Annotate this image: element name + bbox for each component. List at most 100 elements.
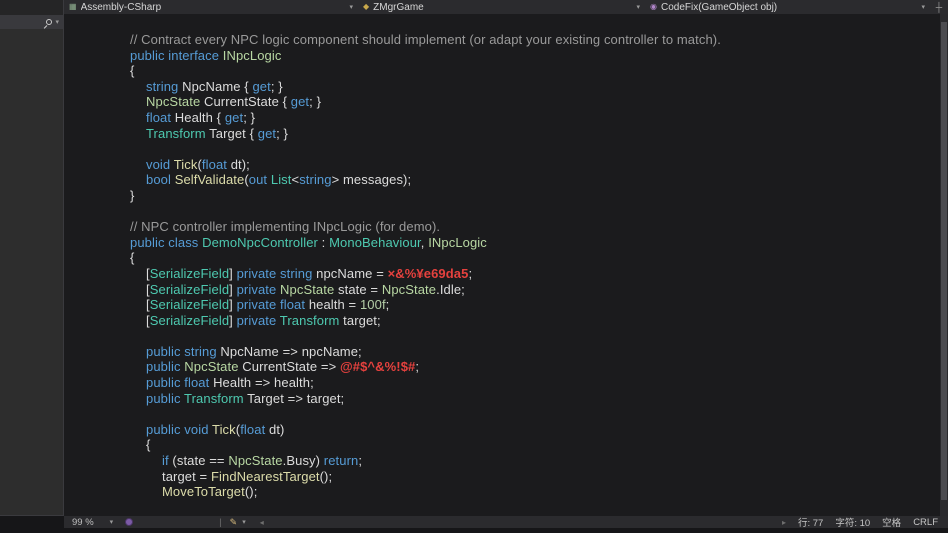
code-token-plain: ; bbox=[415, 359, 419, 374]
code-token-type: Transform bbox=[280, 313, 340, 328]
code-line: { bbox=[64, 63, 940, 79]
code-token-plain: Health => health; bbox=[213, 375, 314, 390]
chevron-down-icon: ▾ bbox=[636, 4, 640, 11]
code-token-plain: { bbox=[130, 63, 134, 78]
code-token-kw: private float bbox=[237, 297, 309, 312]
code-token-kw: get bbox=[291, 94, 309, 109]
scroll-right-arrow-icon[interactable]: ▸ bbox=[782, 518, 786, 527]
tool-panel-header bbox=[0, 0, 63, 15]
separator: | bbox=[219, 517, 221, 528]
code-line: [SerializeField] private NpcState state … bbox=[64, 282, 940, 298]
code-token-kw: private bbox=[237, 282, 280, 297]
code-token-plain: target; bbox=[339, 313, 380, 328]
zoom-level-select[interactable]: 99 % bbox=[72, 517, 94, 528]
code-token-kw: public bbox=[146, 391, 184, 406]
code-token-kw: float bbox=[146, 110, 171, 125]
code-line: target = FindNearestTarget(); bbox=[64, 469, 940, 485]
code-token-plain: state = bbox=[334, 282, 382, 297]
code-token-num: 100f bbox=[360, 297, 386, 312]
code-token-type: SerializeField bbox=[150, 282, 229, 297]
code-token-kw: float bbox=[202, 157, 227, 172]
code-token-iface: INpcLogic bbox=[428, 235, 487, 250]
code-token-kw: private bbox=[237, 313, 280, 328]
pen-icon[interactable]: ✎ bbox=[230, 517, 238, 528]
code-token-kw: void bbox=[146, 157, 174, 172]
code-token-plain: ] bbox=[229, 266, 236, 281]
code-token-kw: return bbox=[324, 453, 359, 468]
code-token-kw: bool bbox=[146, 172, 175, 187]
code-token-comment: // NPC controller implementing INpcLogic… bbox=[130, 219, 440, 234]
project-dropdown[interactable]: ▦ Assembly-CSharp ▾ bbox=[64, 0, 358, 14]
code-line bbox=[64, 204, 940, 220]
code-token-plain: .Busy) bbox=[283, 453, 324, 468]
code-line: { bbox=[64, 437, 940, 453]
code-line: float Health { get; } bbox=[64, 110, 940, 126]
code-line: // NPC controller implementing INpcLogic… bbox=[64, 219, 940, 235]
code-line: Transform Target { get; } bbox=[64, 126, 940, 142]
code-token-plain: (); bbox=[320, 469, 333, 484]
vertical-scrollbar-thumb[interactable] bbox=[941, 22, 947, 500]
code-line: public class DemoNpcController : MonoBeh… bbox=[64, 235, 940, 251]
code-line: [SerializeField] private Transform targe… bbox=[64, 313, 940, 329]
code-line: void Tick(float dt); bbox=[64, 157, 940, 173]
code-token-type: DemoNpcController bbox=[202, 235, 318, 250]
code-token-enum: NpcState bbox=[146, 94, 200, 109]
code-line: [SerializeField] private string npcName … bbox=[64, 266, 940, 282]
code-line: public void Tick(float dt) bbox=[64, 422, 940, 438]
code-token-plain: ; } bbox=[309, 94, 321, 109]
code-token-type: MonoBehaviour bbox=[329, 235, 421, 250]
char-indicator: 字符: 10 bbox=[835, 515, 870, 529]
code-editor[interactable]: // Contract every NPC logic component sh… bbox=[64, 14, 940, 516]
code-line: NpcState CurrentState { get; } bbox=[64, 94, 940, 110]
code-token-plain: ] bbox=[229, 297, 236, 312]
code-token-plain: .Idle; bbox=[436, 282, 465, 297]
spaces-toggle[interactable]: 空格 bbox=[882, 515, 901, 529]
code-token-err: ×&%¥e69da5 bbox=[388, 266, 469, 281]
vertical-scrollbar[interactable] bbox=[940, 14, 948, 516]
pen-options-caret-icon[interactable]: ▾ bbox=[242, 519, 246, 526]
code-token-plain: dt); bbox=[227, 157, 250, 172]
code-token-type: SerializeField bbox=[150, 313, 229, 328]
search-icon bbox=[46, 19, 52, 25]
code-token-plain: dt) bbox=[265, 422, 284, 437]
code-line: if (state == NpcState.Busy) return; bbox=[64, 453, 940, 469]
eol-toggle[interactable]: CRLF bbox=[913, 517, 938, 528]
code-token-kw: string bbox=[146, 79, 178, 94]
code-token-enum: NpcState bbox=[280, 282, 334, 297]
type-dropdown[interactable]: ◆ ZMgrGame ▾ bbox=[358, 0, 645, 14]
horizontal-scrollbar[interactable] bbox=[264, 516, 782, 528]
zoom-caret-icon[interactable]: ▾ bbox=[110, 519, 114, 526]
code-token-kw: public void bbox=[146, 422, 212, 437]
line-indicator: 行: 77 bbox=[798, 515, 823, 529]
class-icon: ◆ bbox=[363, 3, 369, 11]
code-line bbox=[64, 328, 940, 344]
code-token-kw: public float bbox=[146, 375, 213, 390]
csharp-project-icon: ▦ bbox=[69, 3, 77, 11]
search-options-caret-icon[interactable]: ▾ bbox=[55, 19, 59, 26]
code-token-plain: (state == bbox=[169, 453, 229, 468]
code-token-iface: INpcLogic bbox=[223, 48, 282, 63]
code-line: string NpcName { get; } bbox=[64, 79, 940, 95]
code-token-plain: ; } bbox=[271, 79, 283, 94]
code-token-comment: // Contract every NPC logic component sh… bbox=[130, 32, 721, 47]
code-token-plain: ; bbox=[386, 297, 390, 312]
navigation-bar: ▦ Assembly-CSharp ▾ ◆ ZMgrGame ▾ ◉ CodeF… bbox=[64, 0, 948, 14]
code-token-plain: npcName = bbox=[316, 266, 387, 281]
code-token-kw: string bbox=[299, 172, 331, 187]
code-token-plain: Health { bbox=[171, 110, 225, 125]
code-token-plain: Target => target; bbox=[244, 391, 345, 406]
search-box[interactable]: ▾ bbox=[0, 15, 63, 29]
code-token-kw: if bbox=[162, 453, 169, 468]
code-token-plain: target = bbox=[162, 469, 211, 484]
code-line: public NpcState CurrentState => @#$^&%!$… bbox=[64, 359, 940, 375]
code-token-err: @#$^&%!$# bbox=[340, 359, 415, 374]
window-split-grip-icon[interactable]: ┼ bbox=[930, 0, 948, 14]
code-token-plain: ; bbox=[358, 453, 362, 468]
code-token-enum: NpcState bbox=[382, 282, 436, 297]
code-token-kw: get bbox=[225, 110, 243, 125]
member-dropdown[interactable]: ◉ CodeFix(GameObject obj) ▾ bbox=[645, 0, 930, 14]
extension-sphere-icon[interactable] bbox=[125, 518, 133, 526]
code-token-kw: public bbox=[146, 359, 184, 374]
code-line: [SerializeField] private float health = … bbox=[64, 297, 940, 313]
code-token-plain: { bbox=[146, 437, 150, 452]
